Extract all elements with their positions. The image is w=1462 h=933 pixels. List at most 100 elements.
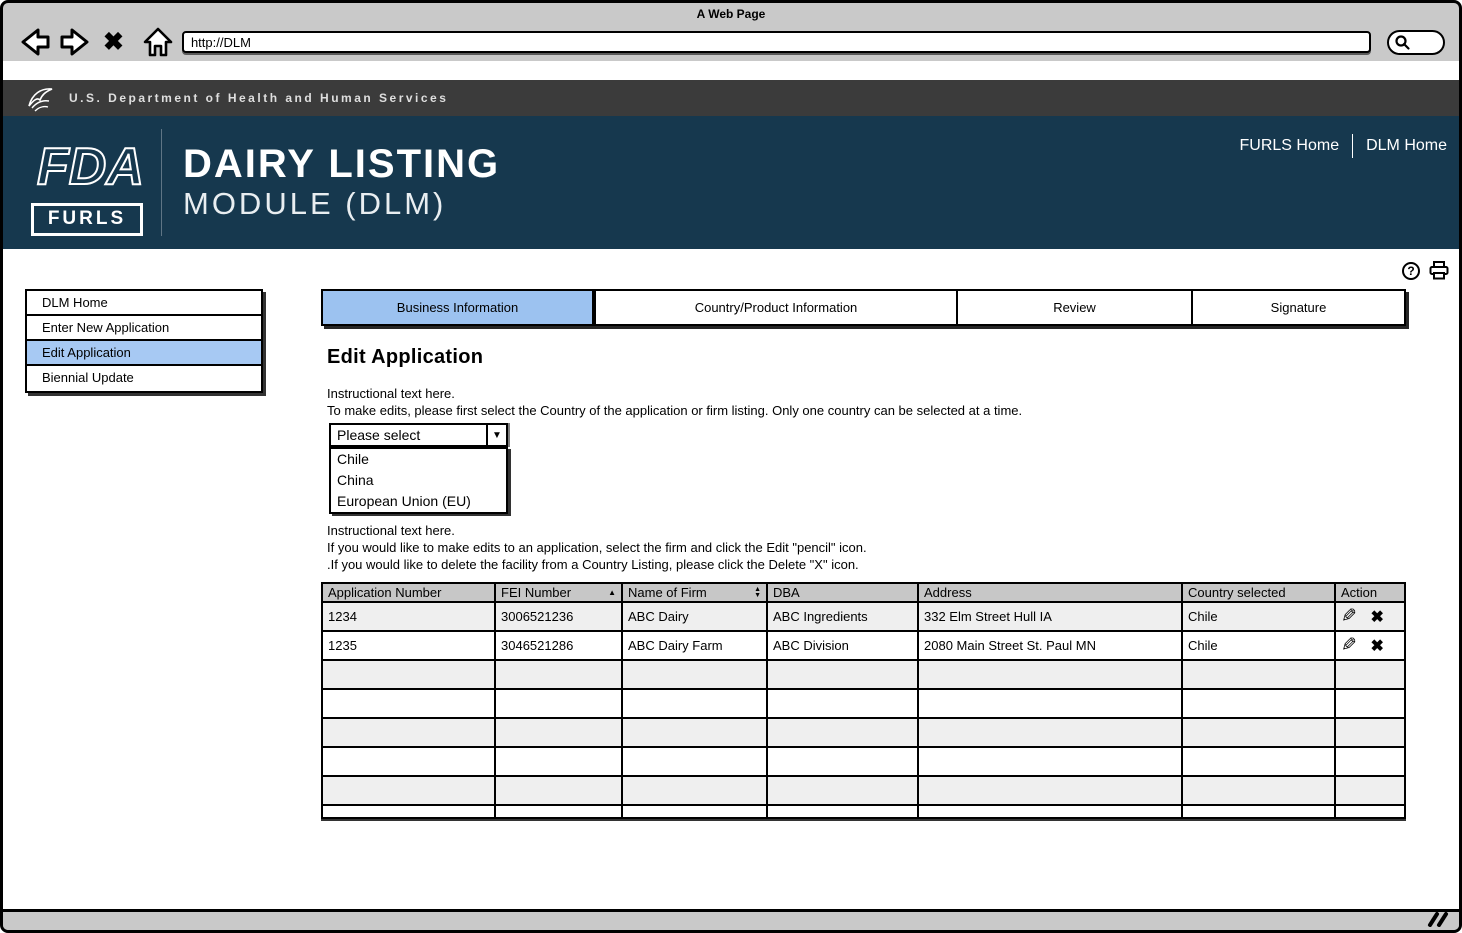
empty-cell [1334, 659, 1406, 690]
browser-window: A Web Page ✖ http://DLM U.S. Department … [0, 0, 1462, 933]
empty-cell [1181, 659, 1336, 690]
empty-cell [494, 775, 623, 806]
furls-home-link[interactable]: FURLS Home [1240, 137, 1340, 155]
empty-cell [917, 659, 1183, 690]
delete-x-icon[interactable]: ✖ [1371, 638, 1384, 655]
fda-logo-icon: FDA [36, 137, 145, 197]
col-header-address: Address [917, 582, 1183, 603]
empty-cell [321, 804, 496, 819]
cell-address: 332 Elm Street Hull IA [917, 601, 1183, 632]
svg-text:FDA: FDA [37, 138, 143, 194]
empty-cell [917, 688, 1183, 719]
option-chile[interactable]: Chile [331, 449, 506, 470]
sidebar-item-edit-application[interactable]: Edit Application [27, 341, 261, 366]
empty-cell [1334, 804, 1406, 819]
empty-cell [494, 688, 623, 719]
applications-table: Application Number FEI Number ▲ Name of … [321, 582, 1406, 819]
option-european-union[interactable]: European Union (EU) [331, 491, 506, 512]
page-title: Edit Application [327, 346, 484, 368]
browser-toolbar: ✖ [17, 23, 1445, 61]
tab-country-product-information[interactable]: Country/Product Information [594, 291, 956, 324]
empty-cell [1181, 804, 1336, 819]
cell-fei-number: 3046521286 [494, 630, 623, 661]
country-select[interactable]: Please select ▼ [329, 423, 508, 447]
tab-review[interactable]: Review [956, 291, 1191, 324]
status-bar [3, 909, 1459, 930]
search-box[interactable] [1387, 29, 1445, 55]
dlm-home-link[interactable]: DLM Home [1366, 137, 1447, 155]
tab-signature[interactable]: Signature [1191, 291, 1404, 324]
sort-both-icon[interactable]: ▲ ▼ [754, 586, 761, 599]
tab-bar: Business Information Country/Product Inf… [321, 289, 1406, 326]
empty-cell [1181, 775, 1336, 806]
cell-actions: ✎ ✖ [1334, 630, 1406, 661]
window-title: A Web Page [696, 7, 766, 21]
back-button[interactable] [17, 27, 51, 57]
empty-cell [766, 746, 919, 777]
country-select-options: Chile China European Union (EU) [329, 447, 508, 514]
empty-cell [621, 717, 768, 748]
empty-cell [917, 717, 1183, 748]
cell-address: 2080 Main Street St. Paul MN [917, 630, 1183, 661]
sort-ascending-icon[interactable]: ▲ [608, 588, 616, 597]
sidebar-item-enter-new-application[interactable]: Enter New Application [27, 316, 261, 341]
table-header-row: Application Number FEI Number ▲ Name of … [321, 582, 1406, 603]
empty-cell [1334, 746, 1406, 777]
empty-cell [621, 746, 768, 777]
empty-cell [1334, 775, 1406, 806]
url-input[interactable] [181, 31, 1371, 53]
home-button[interactable] [142, 26, 174, 58]
sort-down-glyph: ▼ [754, 591, 761, 599]
empty-cell [494, 717, 623, 748]
chevron-down-icon[interactable]: ▼ [486, 425, 506, 445]
cell-dba: ABC Division [766, 630, 919, 661]
sidebar-item-biennial-update[interactable]: Biennial Update [27, 366, 261, 391]
empty-table-row [321, 804, 1406, 819]
forward-button[interactable] [59, 27, 93, 57]
empty-cell [766, 804, 919, 819]
empty-cell [1334, 717, 1406, 748]
col-header-fei-number[interactable]: FEI Number ▲ [494, 582, 623, 603]
resize-grip-icon[interactable] [1425, 912, 1451, 927]
empty-table-row [321, 746, 1406, 777]
back-arrow-icon [21, 28, 50, 56]
empty-cell [621, 804, 768, 819]
table-row[interactable]: 1234 3006521236 ABC Dairy ABC Ingredient… [321, 601, 1406, 632]
col-header-name-of-firm[interactable]: Name of Firm ▲ ▼ [621, 582, 768, 603]
empty-cell [1181, 688, 1336, 719]
instructions-edit-delete: Instructional text here. If you would li… [327, 522, 867, 573]
tab-business-information[interactable]: Business Information [323, 291, 594, 324]
hhs-banner-text: U.S. Department of Health and Human Serv… [69, 91, 449, 105]
empty-table-row [321, 775, 1406, 806]
empty-cell [494, 746, 623, 777]
print-icon[interactable] [1429, 261, 1449, 280]
forward-arrow-icon [60, 28, 89, 56]
col-header-application-number: Application Number [321, 582, 496, 603]
cell-name-of-firm: ABC Dairy Farm [621, 630, 768, 661]
stop-button[interactable]: ✖ [101, 28, 134, 56]
empty-cell [621, 659, 768, 690]
cell-application-number: 1235 [321, 630, 496, 661]
col-header-country-selected: Country selected [1181, 582, 1336, 603]
empty-cell [766, 659, 919, 690]
cell-country: Chile [1181, 630, 1336, 661]
sidebar-item-dlm-home[interactable]: DLM Home [27, 291, 261, 316]
delete-x-icon[interactable]: ✖ [1371, 609, 1384, 626]
option-china[interactable]: China [331, 470, 506, 491]
empty-cell [1181, 717, 1336, 748]
cell-name-of-firm: ABC Dairy [621, 601, 768, 632]
instruction-line: .If you would like to delete the facilit… [327, 557, 859, 572]
cell-dba: ABC Ingredients [766, 601, 919, 632]
help-icon[interactable]: ? [1402, 261, 1420, 280]
sidebar-menu: DLM Home Enter New Application Edit Appl… [25, 289, 263, 393]
empty-table-row [321, 659, 1406, 690]
table-row[interactable]: 1235 3046521286 ABC Dairy Farm ABC Divis… [321, 630, 1406, 661]
empty-cell [321, 659, 496, 690]
cell-application-number: 1234 [321, 601, 496, 632]
header-links-divider [1352, 134, 1354, 158]
edit-pencil-icon[interactable]: ✎ [1341, 634, 1357, 657]
empty-cell [766, 775, 919, 806]
edit-pencil-icon[interactable]: ✎ [1341, 605, 1357, 628]
utility-icons: ? [1402, 261, 1449, 280]
col-header-dba: DBA [766, 582, 919, 603]
